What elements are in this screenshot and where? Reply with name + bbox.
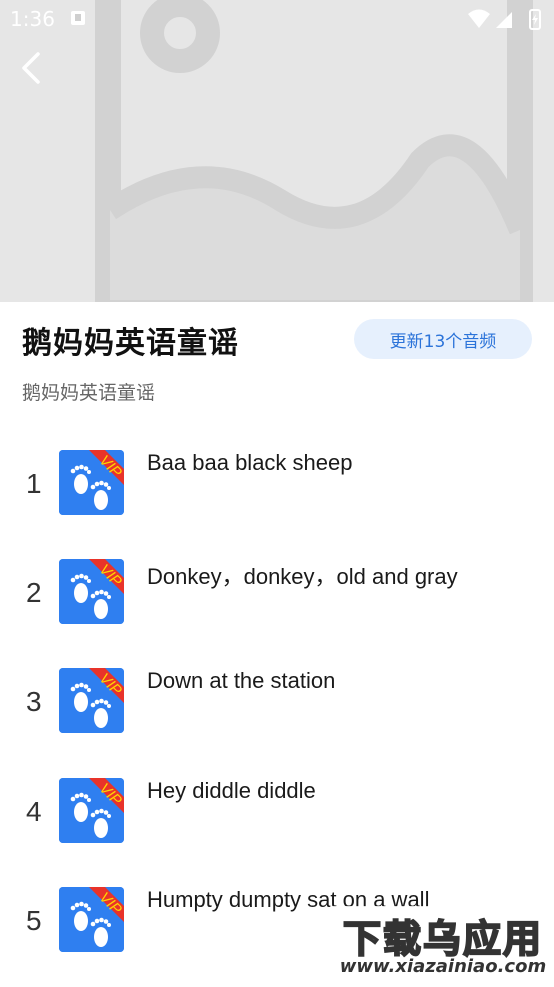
watermark: 下载乌应用 www.xiazainiao.com <box>332 906 554 984</box>
footprints-icon: VIP <box>59 778 124 843</box>
footprints-icon: VIP <box>59 887 124 952</box>
track-row[interactable]: 3 VIP Down at the station <box>0 668 554 768</box>
track-row[interactable]: 2 VIP Donkey，donkey，old and gray <box>0 559 554 659</box>
track-row[interactable]: 4 VIP Hey diddle diddle <box>0 778 554 878</box>
track-number: 5 <box>26 905 42 936</box>
signal-icon <box>496 12 512 28</box>
track-number: 2 <box>26 577 42 608</box>
album-cover-placeholder <box>0 0 554 302</box>
footprints-icon: VIP <box>59 450 124 515</box>
footprints-icon: VIP <box>59 559 124 624</box>
track-number: 3 <box>26 686 42 717</box>
watermark-title: 下载乌应用 <box>342 916 543 962</box>
track-title: Baa baa black sheep <box>147 450 353 475</box>
track-thumbnail: VIP <box>59 778 124 843</box>
track-thumbnail: VIP <box>59 668 124 733</box>
track-title: Hey diddle diddle <box>147 778 316 803</box>
track-title: Down at the station <box>147 668 336 693</box>
track-thumbnail: VIP <box>59 887 124 952</box>
album-title: 鹅妈妈英语童谣 <box>22 326 239 361</box>
track-row[interactable]: 1 VIP Baa baa black sheep <box>0 450 554 550</box>
image-placeholder-icon <box>0 0 554 302</box>
footprints-icon: VIP <box>59 668 124 733</box>
chevron-left-icon <box>22 52 40 84</box>
status-icons <box>468 9 541 30</box>
wifi-icon <box>468 9 490 28</box>
status-time: 1:36 <box>10 7 55 31</box>
back-button[interactable] <box>14 50 50 86</box>
track-number: 1 <box>26 468 42 499</box>
update-count-badge[interactable]: 更新13个音频 <box>354 319 532 359</box>
track-thumbnail: VIP <box>59 450 124 515</box>
album-subtitle: 鹅妈妈英语童谣 <box>22 382 156 404</box>
status-bar: 1:36 <box>0 0 554 36</box>
notification-icon <box>71 11 85 25</box>
track-number: 4 <box>26 796 42 827</box>
track-title: Donkey，donkey，old and gray <box>147 564 458 589</box>
track-thumbnail: VIP <box>59 559 124 624</box>
watermark-url: www.xiazainiao.com <box>339 956 547 977</box>
